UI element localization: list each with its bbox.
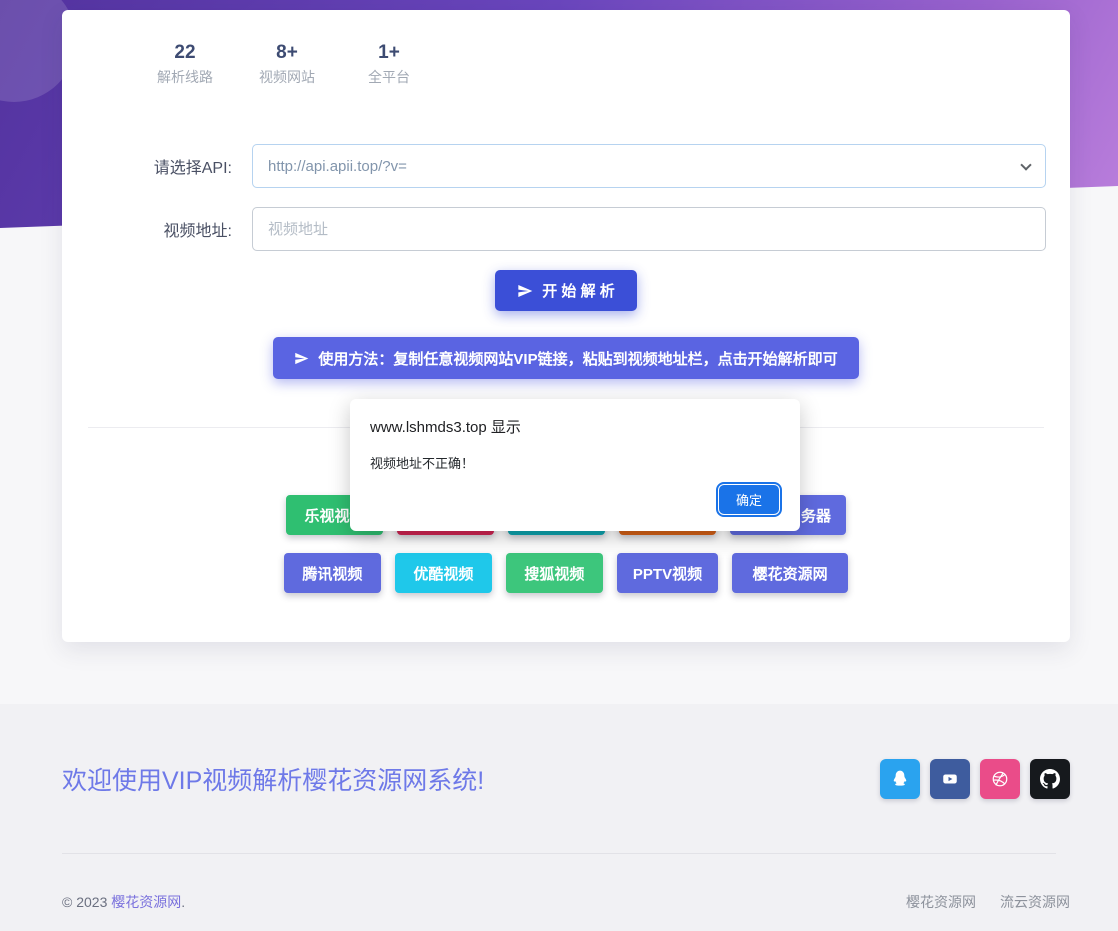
copyright-link[interactable]: 樱花资源网 <box>111 894 181 910</box>
stat-all-platform: 1+ 全平台 <box>358 40 420 88</box>
api-select[interactable]: http://api.apii.top/?v= <box>252 144 1046 188</box>
footer-link-liuyun[interactable]: 流云资源网 <box>1000 892 1070 912</box>
platform-button-pptv[interactable]: PPTV视频 <box>617 553 718 593</box>
footer-top: 欢迎使用VIP视频解析樱花资源网系统! <box>0 704 1118 799</box>
qq-social-button[interactable] <box>880 759 920 799</box>
platform-row-2: 腾讯视频 优酷视频 搜狐视频 PPTV视频 樱花资源网 <box>62 553 1070 593</box>
paper-plane-icon <box>294 351 309 366</box>
footer-bottom: © 2023 樱花资源网. 樱花资源网 流云资源网 <box>0 854 1118 912</box>
platform-button-yinghua[interactable]: 樱花资源网 <box>732 553 848 593</box>
alert-message: 视频地址不正确！ <box>370 453 780 472</box>
submit-row: 开 始 解 析 <box>62 270 1070 311</box>
usage-banner-text: 使用方法：复制任意视频网站VIP链接，粘贴到视频地址栏，点击开始解析即可 <box>318 348 837 369</box>
video-url-label: 视频地址: <box>62 217 232 241</box>
footer: 欢迎使用VIP视频解析樱花资源网系统! <box>0 704 1118 931</box>
stat-label: 解析线路 <box>154 66 216 88</box>
github-icon <box>1040 769 1060 789</box>
parse-form: 请选择API: http://api.apii.top/?v= 视频地址: <box>62 144 1070 251</box>
stats-bar: 22 解析线路 8+ 视频网站 1+ 全平台 <box>62 40 1070 88</box>
api-select-row: 请选择API: http://api.apii.top/?v= <box>62 144 1070 188</box>
stat-label: 视频网站 <box>256 66 318 88</box>
footer-link-yinghua[interactable]: 樱花资源网 <box>906 892 976 912</box>
copyright-prefix: © 2023 <box>62 894 111 910</box>
alert-confirm-button[interactable]: 确定 <box>718 484 780 515</box>
usage-banner: 使用方法：复制任意视频网站VIP链接，粘贴到视频地址栏，点击开始解析即可 <box>273 337 858 379</box>
platform-button-souhu[interactable]: 搜狐视频 <box>506 553 603 593</box>
social-row <box>880 759 1070 799</box>
platform-button-youku[interactable]: 优酷视频 <box>395 553 492 593</box>
banner-row: 使用方法：复制任意视频网站VIP链接，粘贴到视频地址栏，点击开始解析即可 <box>62 337 1070 379</box>
stat-parse-lines: 22 解析线路 <box>154 40 216 88</box>
github-social-button[interactable] <box>1030 759 1070 799</box>
start-parse-label: 开 始 解 析 <box>542 280 615 301</box>
copyright-suffix: . <box>181 894 185 910</box>
video-url-input[interactable] <box>252 207 1046 251</box>
api-select-wrap: http://api.apii.top/?v= <box>252 144 1046 188</box>
youtube-icon <box>941 770 959 788</box>
stat-value: 22 <box>154 40 216 66</box>
qq-icon <box>890 769 910 789</box>
paper-plane-icon <box>517 283 533 299</box>
copyright: © 2023 樱花资源网. <box>62 892 185 912</box>
alert-actions: 确定 <box>718 484 780 515</box>
video-url-row: 视频地址: <box>62 207 1070 251</box>
alert-title: www.lshmds3.top 显示 <box>370 416 780 437</box>
start-parse-button[interactable]: 开 始 解 析 <box>495 270 637 311</box>
stat-label: 全平台 <box>358 66 420 88</box>
dribbble-social-button[interactable] <box>980 759 1020 799</box>
stat-value: 8+ <box>256 40 318 66</box>
footer-links: 樱花资源网 流云资源网 <box>906 892 1070 912</box>
stat-value: 1+ <box>358 40 420 66</box>
welcome-text: 欢迎使用VIP视频解析樱花资源网系统! <box>62 761 484 797</box>
platform-button-tengxun[interactable]: 腾讯视频 <box>284 553 381 593</box>
youtube-social-button[interactable] <box>930 759 970 799</box>
api-select-label: 请选择API: <box>62 154 232 178</box>
stat-video-sites: 8+ 视频网站 <box>256 40 318 88</box>
browser-alert-dialog: www.lshmds3.top 显示 视频地址不正确！ 确定 <box>350 399 800 531</box>
parser-card: 22 解析线路 8+ 视频网站 1+ 全平台 请选择API: http://ap… <box>62 10 1070 642</box>
dribbble-icon <box>991 770 1009 788</box>
